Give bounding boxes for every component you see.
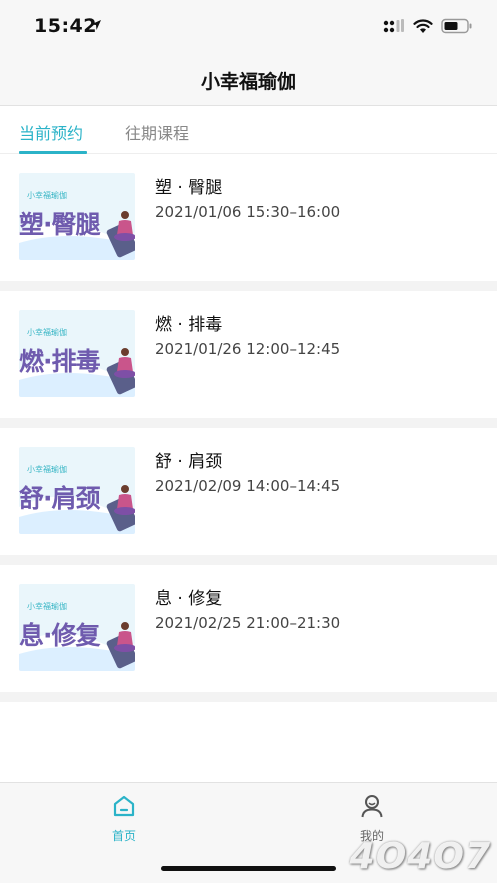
list-separator [0,281,497,291]
thumbnail-class-text: 息·修复 [19,621,100,650]
tab-bar: 当前预约 往期课程 [0,107,497,154]
class-thumbnail: 小幸福瑜伽 舒·肩颈 [19,447,135,534]
class-time: 2021/01/26 12:00–12:45 [155,340,341,358]
watermark-logo: 4O4O7 [331,833,491,877]
page-title: 小幸福瑜伽 [200,71,296,93]
tab-current-bookings[interactable]: 当前预约 [19,120,83,144]
list-separator [0,418,497,428]
class-time: 2021/02/09 14:00–14:45 [155,477,341,495]
profile-icon [361,795,383,818]
thumbnail-brand-label: 小幸福瑜伽 [27,191,67,200]
battery-icon [441,18,472,34]
class-thumbnail: 小幸福瑜伽 息·修复 [19,584,135,671]
watermark-text: 4O4O7 [349,836,491,877]
class-card[interactable]: 小幸福瑜伽 塑·臀腿 塑 · 臀腿 2021/01/06 15:30–16:00 [0,154,497,281]
list-separator [0,692,497,702]
thumbnail-class-text: 塑·臀腿 [19,210,100,239]
class-card[interactable]: 小幸福瑜伽 燃·排毒 燃 · 排毒 2021/01/26 12:00–12:45 [0,291,497,418]
list-separator [0,555,497,565]
status-bar: 15:42 [0,0,497,54]
home-icon [113,795,135,817]
home-indicator[interactable] [161,866,336,871]
class-thumbnail: 小幸福瑜伽 塑·臀腿 [19,173,135,260]
bottom-tab-home[interactable]: 首页 [84,793,164,844]
status-icons [383,18,473,34]
thumbnail-brand-label: 小幸福瑜伽 [27,602,67,611]
thumbnail-brand-label: 小幸福瑜伽 [27,465,67,474]
class-title: 息 · 修复 [155,589,223,609]
wifi-icon [413,18,433,33]
status-time: 15:42 [34,15,97,37]
thumbnail-brand-label: 小幸福瑜伽 [27,328,67,337]
class-card[interactable]: 小幸福瑜伽 息·修复 息 · 修复 2021/02/25 21:00–21:30 [0,565,497,692]
class-thumbnail: 小幸福瑜伽 燃·排毒 [19,310,135,397]
cellular-signal-icon [383,19,404,33]
location-arrow-icon [91,20,101,30]
thumbnail-class-text: 燃·排毒 [19,347,100,376]
class-title: 燃 · 排毒 [155,315,223,335]
class-card[interactable]: 小幸福瑜伽 舒·肩颈 舒 · 肩颈 2021/02/09 14:00–14:45 [0,428,497,555]
thumbnail-class-text: 舒·肩颈 [19,484,100,513]
class-list: 小幸福瑜伽 塑·臀腿 塑 · 臀腿 2021/01/06 15:30–16:00… [0,154,497,702]
class-title: 舒 · 肩颈 [155,452,223,472]
tab-past-courses[interactable]: 往期课程 [125,120,189,144]
class-title: 塑 · 臀腿 [155,178,223,198]
bottom-tab-home-label: 首页 [111,829,136,843]
class-time: 2021/01/06 15:30–16:00 [155,203,341,221]
class-time: 2021/02/25 21:00–21:30 [155,614,341,632]
navigation-bar: 小幸福瑜伽 [0,54,497,106]
